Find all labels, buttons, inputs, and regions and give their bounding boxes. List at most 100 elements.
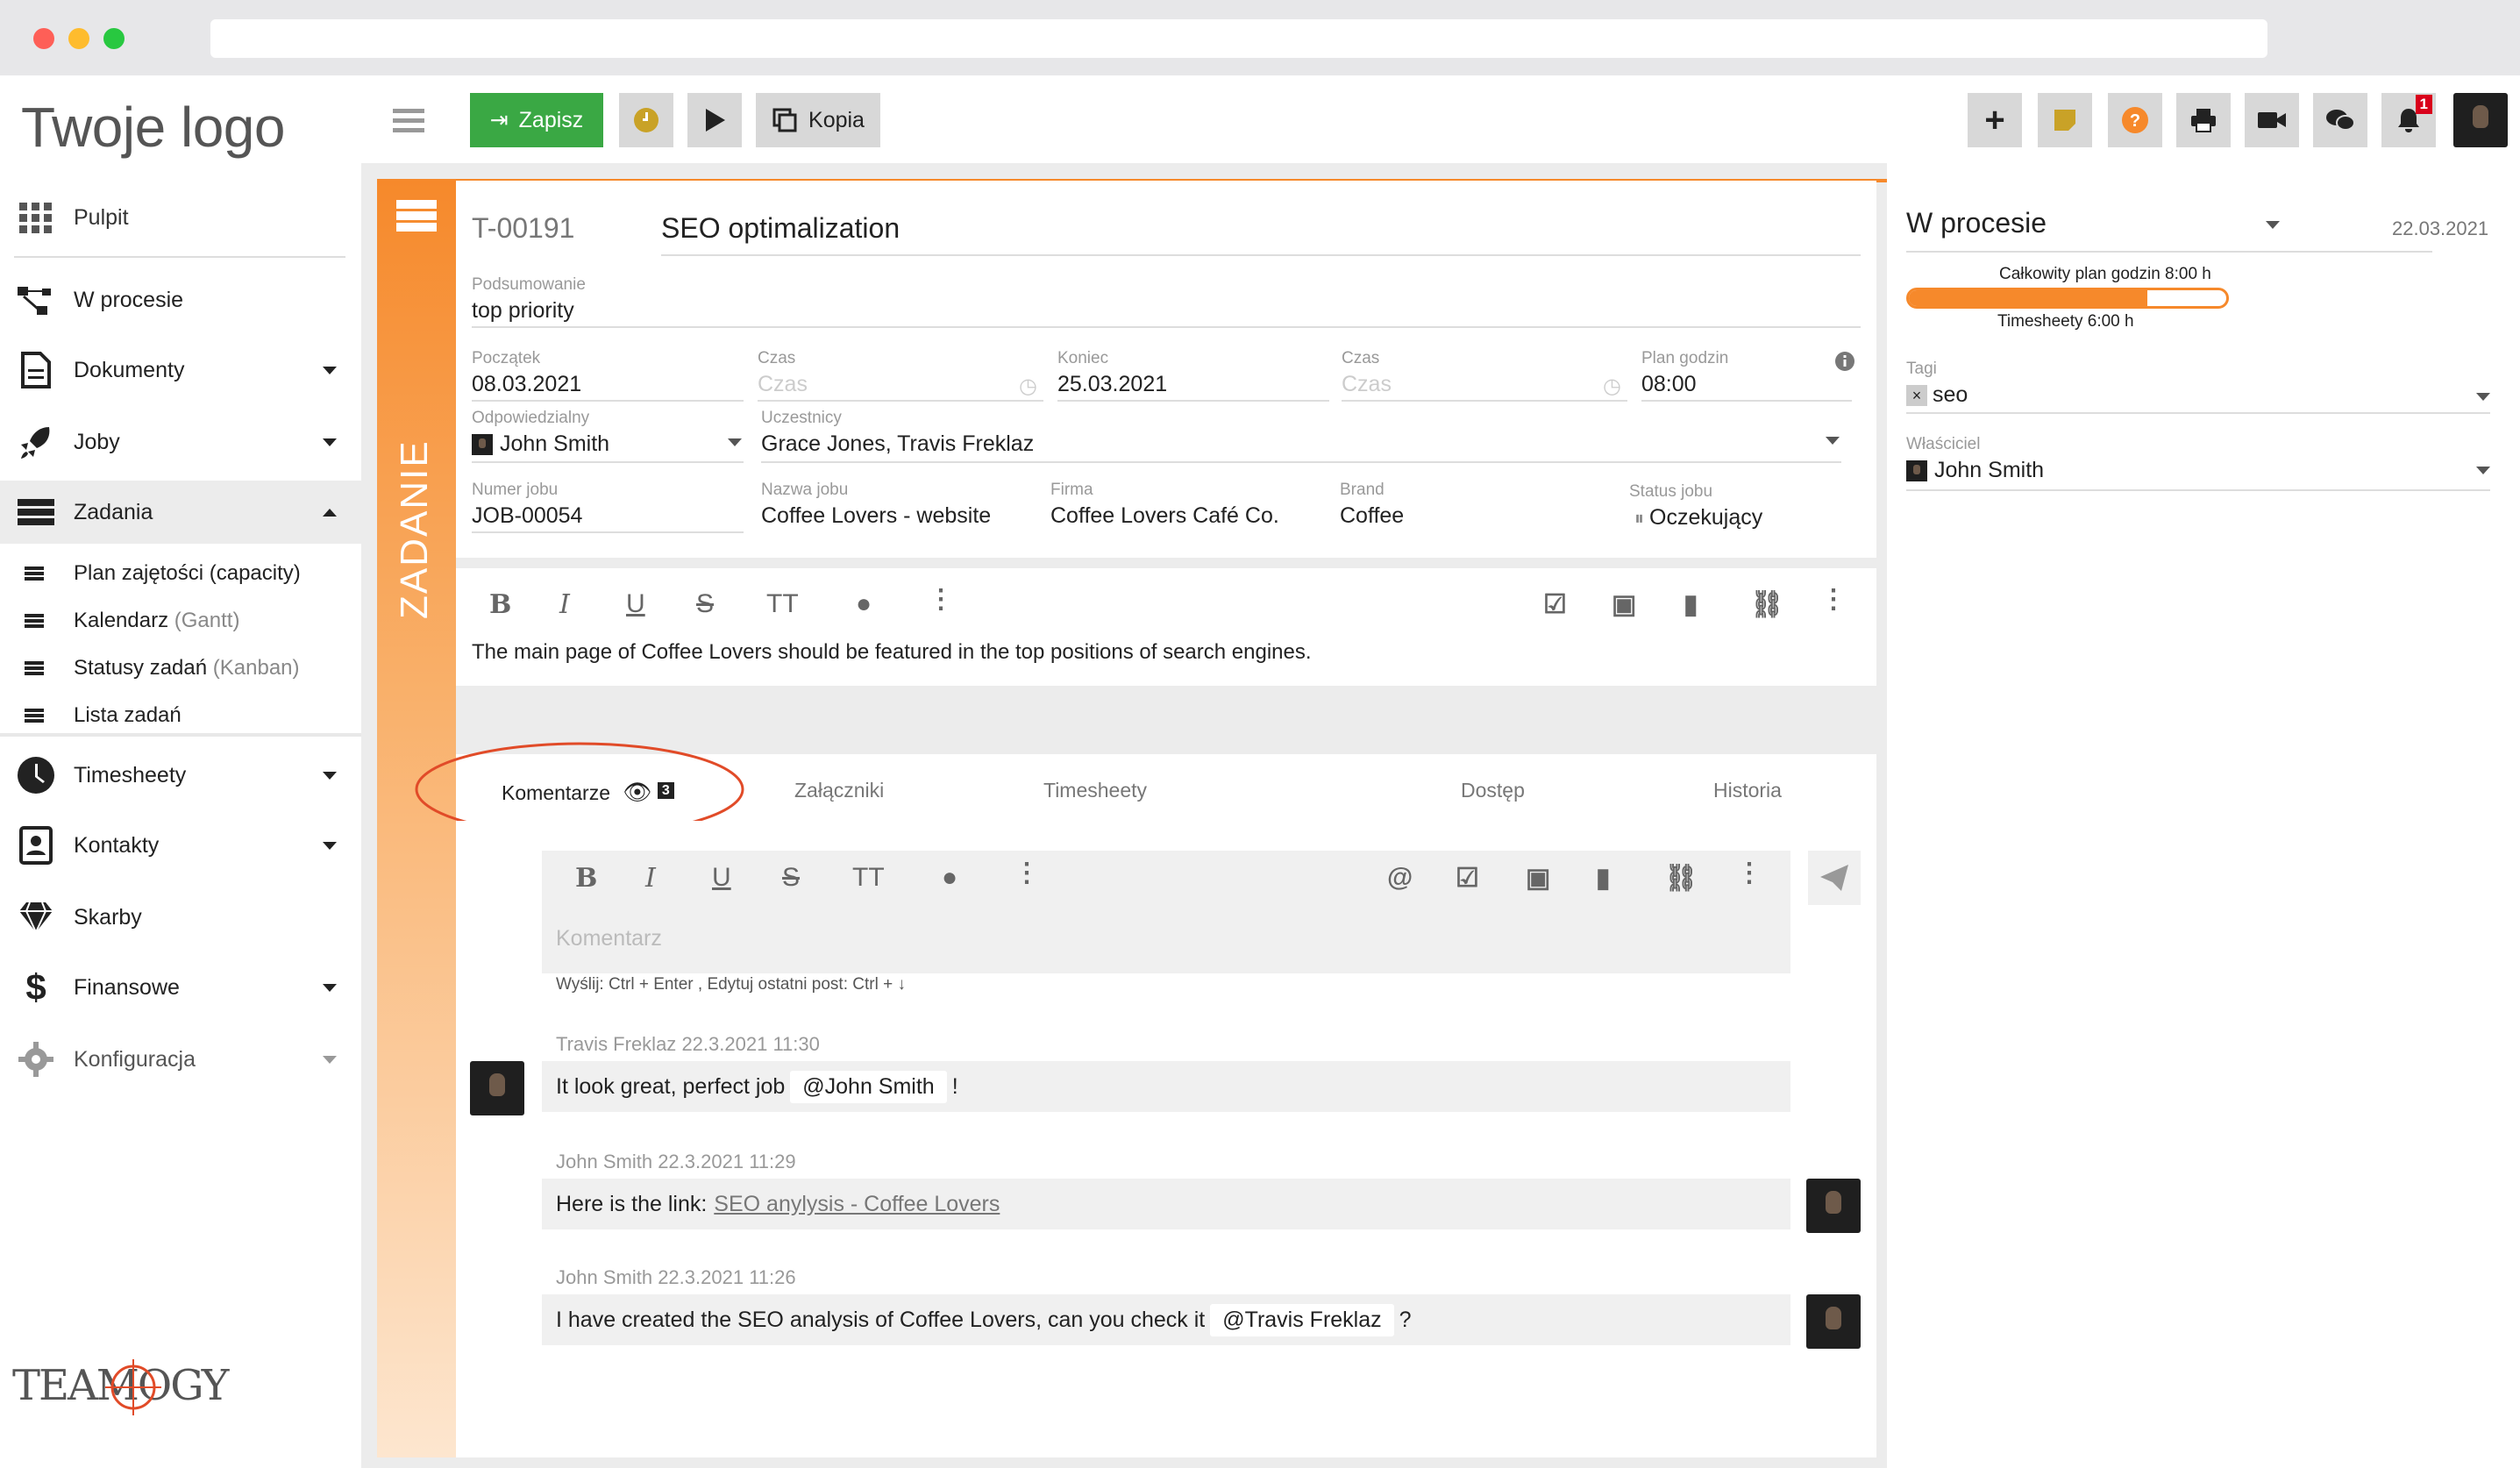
checkbox-icon[interactable]: ☑	[1543, 589, 1567, 620]
tab-historia[interactable]: Historia	[1713, 779, 1782, 802]
end-time-input[interactable]: Czas	[1342, 372, 1392, 397]
mention-tag[interactable]: @John Smith	[790, 1070, 947, 1103]
more-vertical-icon[interactable]: ⋮	[1820, 584, 1847, 615]
color-drop-icon[interactable]: ●	[942, 863, 957, 893]
sidebar-subitem-lista[interactable]: Lista zadań	[0, 693, 361, 738]
mention-icon[interactable]: @	[1387, 863, 1413, 893]
start-date-input[interactable]: 08.03.2021	[472, 372, 581, 397]
chevron-down-icon[interactable]	[323, 366, 337, 374]
save-button[interactable]: ⇥ Zapisz	[470, 93, 603, 147]
close-window-icon[interactable]	[33, 28, 54, 49]
maximize-window-icon[interactable]	[103, 28, 125, 49]
play-button[interactable]	[687, 93, 742, 147]
sidebar-item-dokumenty[interactable]: Dokumenty	[0, 338, 361, 402]
sidebar-item-zadania[interactable]: Zadania	[0, 481, 361, 544]
chevron-up-icon[interactable]	[323, 508, 337, 517]
timer-button[interactable]	[619, 93, 673, 147]
send-button[interactable]	[1808, 851, 1861, 905]
bold-icon[interactable]: B	[575, 863, 597, 894]
comment-link[interactable]: SEO anylysis - Coffee Lovers	[714, 1192, 1000, 1217]
image-icon[interactable]: ▣	[1526, 863, 1550, 894]
chevron-down-icon[interactable]	[323, 983, 337, 992]
sidebar-item-w-procesie[interactable]: W procesie	[0, 268, 361, 331]
link-icon[interactable]: ⛓	[1750, 589, 1783, 620]
strikethrough-icon[interactable]: S	[696, 589, 714, 619]
italic-icon[interactable]: I	[645, 863, 656, 894]
status-select[interactable]: W procesie	[1906, 207, 2047, 239]
sidebar-subitem-capacity[interactable]: Plan zajętości (capacity)	[0, 551, 361, 596]
image-icon[interactable]: ▣	[1612, 589, 1636, 620]
start-time-input[interactable]: Czas	[758, 372, 808, 397]
plan-hours-input[interactable]: 08:00	[1641, 372, 1697, 397]
chevron-down-icon[interactable]	[2266, 221, 2280, 229]
app-logo[interactable]: Twoje logo	[21, 95, 285, 160]
file-icon[interactable]: ▮	[1684, 589, 1698, 620]
help-button[interactable]: ?	[2108, 93, 2162, 147]
chevron-down-icon[interactable]	[2476, 393, 2490, 401]
underline-icon[interactable]: U	[626, 589, 645, 619]
more-vertical-icon[interactable]: ⋮	[1014, 858, 1040, 888]
underline	[1906, 489, 2490, 491]
chevron-down-icon[interactable]	[728, 438, 742, 446]
sidebar-item-finansowe[interactable]: $ Finansowe	[0, 956, 361, 1019]
remove-tag-icon[interactable]: ×	[1906, 385, 1927, 407]
more-vertical-icon[interactable]: ⋮	[1736, 858, 1762, 888]
file-icon[interactable]: ▮	[1596, 863, 1611, 894]
chevron-down-icon[interactable]	[323, 1055, 337, 1064]
job-number-label: Numer jobu	[472, 481, 559, 499]
participants-select[interactable]: Grace Jones, Travis Freklaz	[761, 431, 1034, 457]
task-title-input[interactable]: SEO optimalization	[661, 212, 900, 245]
owner-select[interactable]: John Smith	[1906, 458, 2044, 483]
clock-icon[interactable]: ◷	[1019, 374, 1037, 399]
description-text[interactable]: The main page of Coffee Lovers should be…	[472, 640, 1857, 665]
comment-input[interactable]: Komentarz	[556, 926, 662, 951]
checkbox-icon[interactable]: ☑	[1456, 863, 1479, 894]
mention-tag[interactable]: @Travis Freklaz	[1210, 1303, 1394, 1336]
color-drop-icon[interactable]: ●	[856, 589, 872, 619]
summary-input[interactable]: top priority	[472, 298, 574, 324]
chat-button[interactable]	[2313, 93, 2367, 147]
user-avatar[interactable]	[2453, 93, 2508, 147]
minimize-window-icon[interactable]	[68, 28, 89, 49]
underline-icon[interactable]: U	[712, 863, 731, 893]
company-label: Firma	[1050, 481, 1093, 499]
note-button[interactable]	[2038, 93, 2092, 147]
font-size-icon[interactable]: TT	[766, 589, 799, 619]
sidebar-item-pulpit[interactable]: Pulpit	[0, 186, 361, 249]
tags-input[interactable]: × seo	[1906, 382, 1968, 408]
bold-icon[interactable]: B	[489, 589, 511, 620]
font-size-icon[interactable]: TT	[852, 863, 885, 893]
sidebar-item-konfiguracja[interactable]: Konfiguracja	[0, 1028, 361, 1091]
print-button[interactable]	[2176, 93, 2231, 147]
chevron-down-icon[interactable]	[323, 438, 337, 446]
responsible-select[interactable]: John Smith	[472, 431, 609, 457]
add-button[interactable]: +	[1968, 93, 2022, 147]
sidebar-item-skarby[interactable]: Skarby	[0, 886, 361, 949]
link-icon[interactable]: ⛓	[1664, 863, 1698, 894]
chevron-down-icon[interactable]	[2476, 467, 2490, 474]
chevron-down-icon[interactable]	[1826, 437, 1840, 445]
sidebar-subitem-kalendarz[interactable]: Kalendarz (Gantt)	[0, 598, 361, 644]
more-vertical-icon[interactable]: ⋮	[928, 584, 954, 615]
hamburger-menu-icon[interactable]	[393, 109, 424, 133]
video-button[interactable]	[2245, 93, 2299, 147]
sidebar-subitem-statusy[interactable]: Statusy zadań (Kanban)	[0, 645, 361, 691]
chevron-down-icon[interactable]	[323, 841, 337, 850]
address-bar[interactable]	[210, 19, 2267, 58]
sidebar-item-timesheety[interactable]: Timesheety	[0, 744, 361, 807]
strikethrough-icon[interactable]: S	[782, 863, 800, 893]
info-icon[interactable]	[1834, 351, 1855, 372]
sidebar-item-kontakty[interactable]: Kontakty	[0, 814, 361, 877]
job-number-value[interactable]: JOB-00054	[472, 503, 582, 529]
chevron-down-icon[interactable]	[323, 771, 337, 780]
task-card: T-00191 SEO optimalization Podsumowanie …	[456, 181, 1876, 558]
copy-button[interactable]: Kopia	[756, 93, 880, 147]
notifications-button[interactable]: 1	[2381, 93, 2436, 147]
clock-icon[interactable]: ◷	[1603, 374, 1621, 399]
tab-dostep[interactable]: Dostęp	[1461, 779, 1525, 802]
end-date-input[interactable]: 25.03.2021	[1057, 372, 1167, 397]
tab-zalaczniki[interactable]: Załączniki	[794, 779, 884, 802]
italic-icon[interactable]: I	[559, 589, 570, 620]
sidebar-item-joby[interactable]: Joby	[0, 410, 361, 474]
tab-timesheety[interactable]: Timesheety	[1043, 779, 1147, 802]
